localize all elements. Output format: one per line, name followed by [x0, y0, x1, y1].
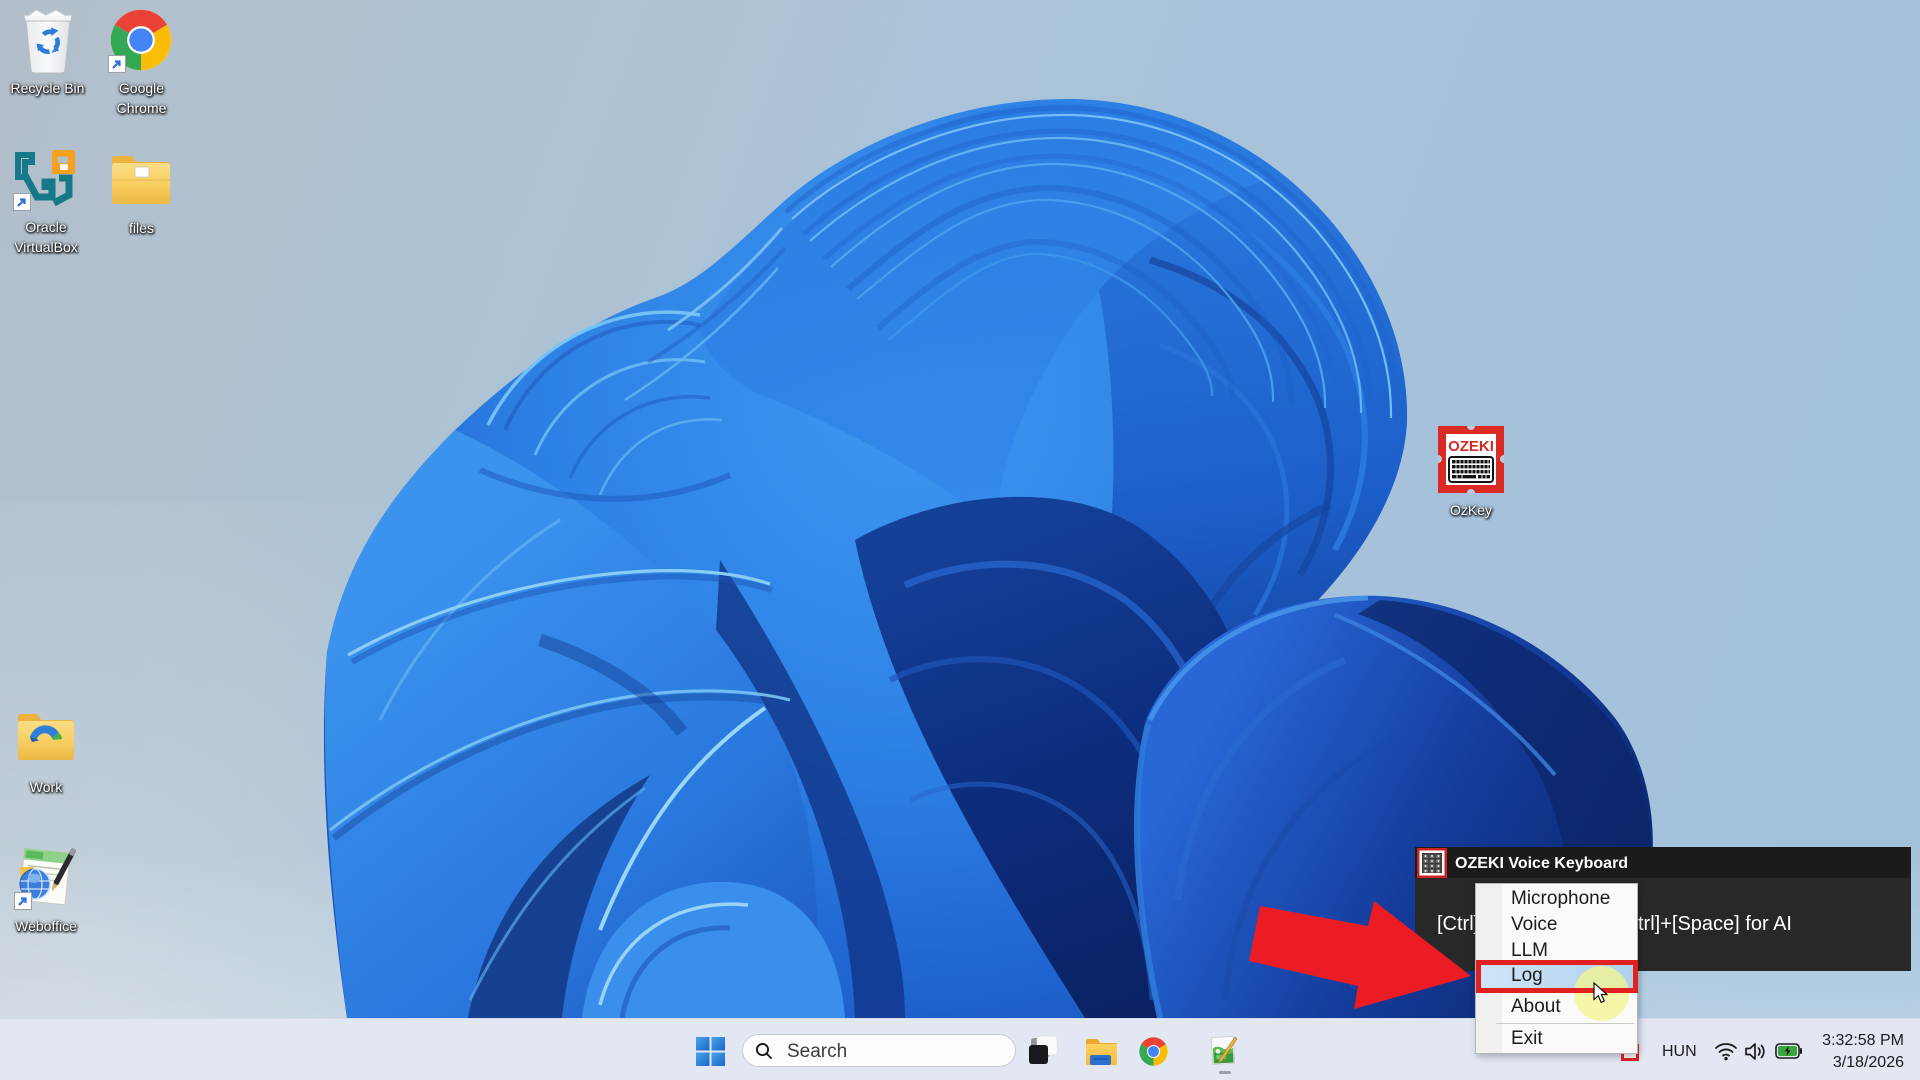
svg-text:OZEKI: OZEKI — [1448, 438, 1494, 455]
